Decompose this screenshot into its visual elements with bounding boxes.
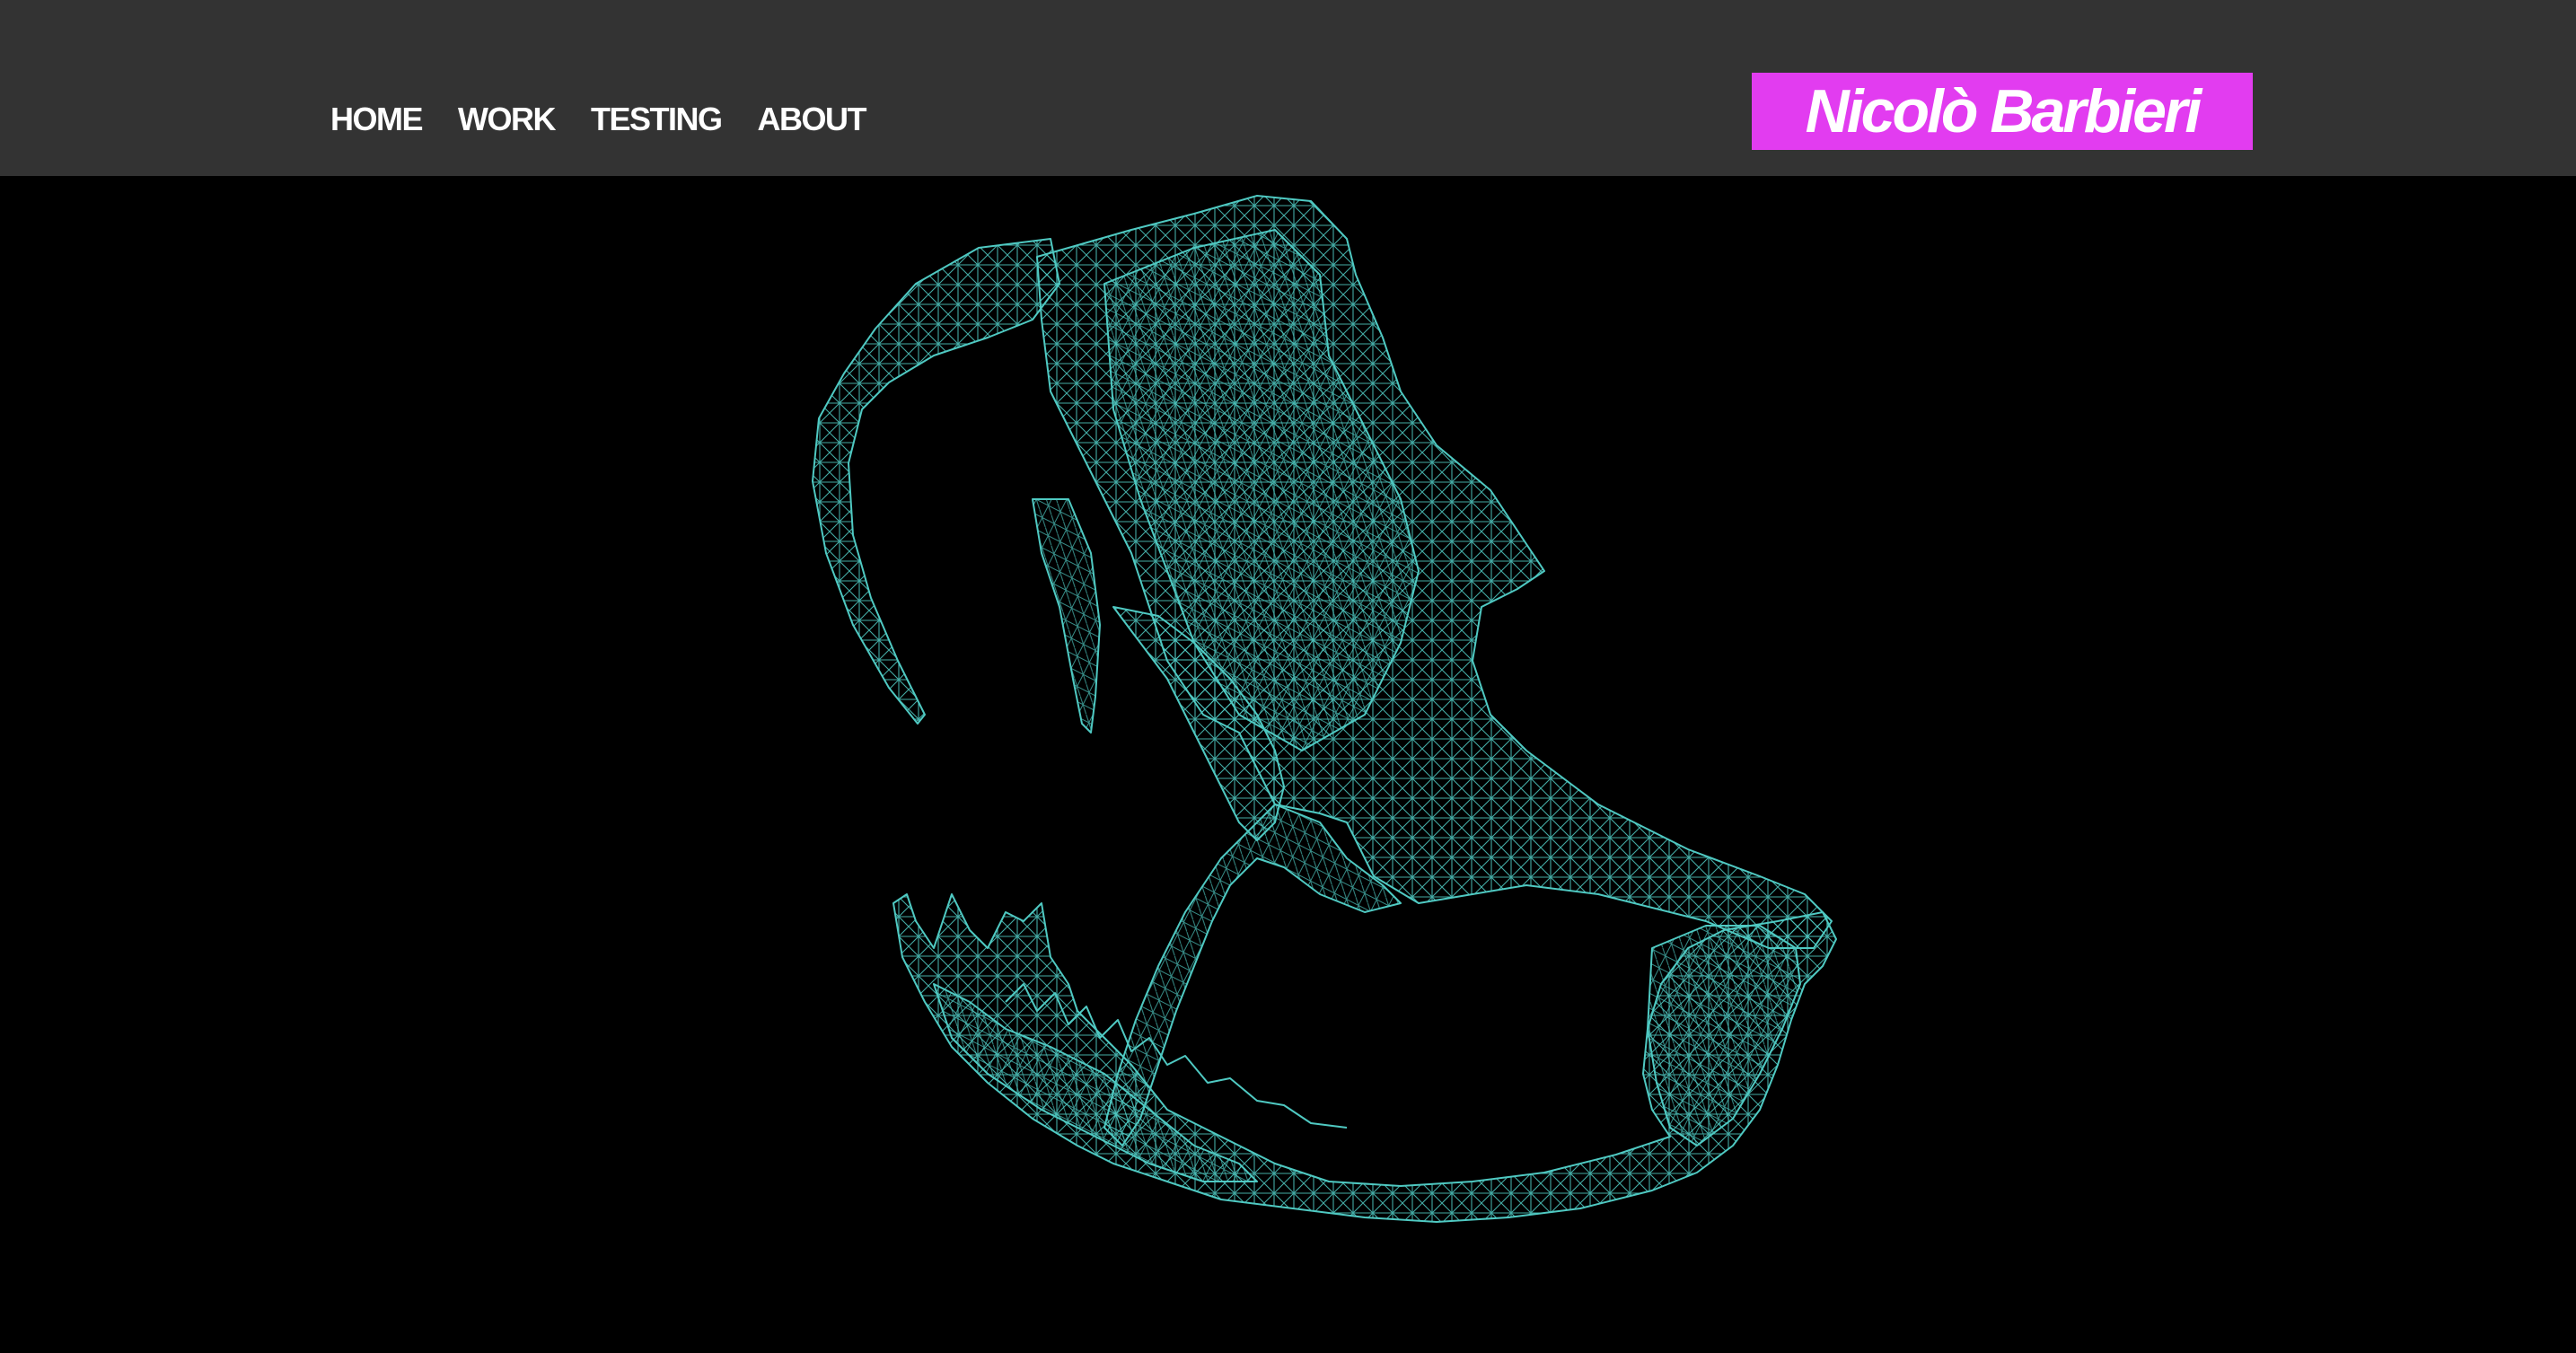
brand-name: Nicolò Barbieri [1805, 77, 2202, 145]
site-header: HOME WORK TESTING ABOUT Nicolò Barbieri [0, 0, 2576, 176]
skull-canine [1032, 498, 1101, 734]
brand-logo[interactable]: Nicolò Barbieri [1752, 73, 2253, 150]
wireframe-skull-icon [812, 195, 1837, 1223]
skull-upper-fang [812, 238, 1060, 725]
nav-home-link[interactable]: HOME [330, 101, 424, 138]
hero-canvas[interactable] [0, 176, 2576, 1353]
main-nav: HOME WORK TESTING ABOUT [330, 101, 866, 138]
nav-about-link[interactable]: ABOUT [758, 101, 867, 138]
nav-testing-link[interactable]: TESTING [591, 101, 723, 138]
nav-work-link[interactable]: WORK [458, 101, 556, 138]
